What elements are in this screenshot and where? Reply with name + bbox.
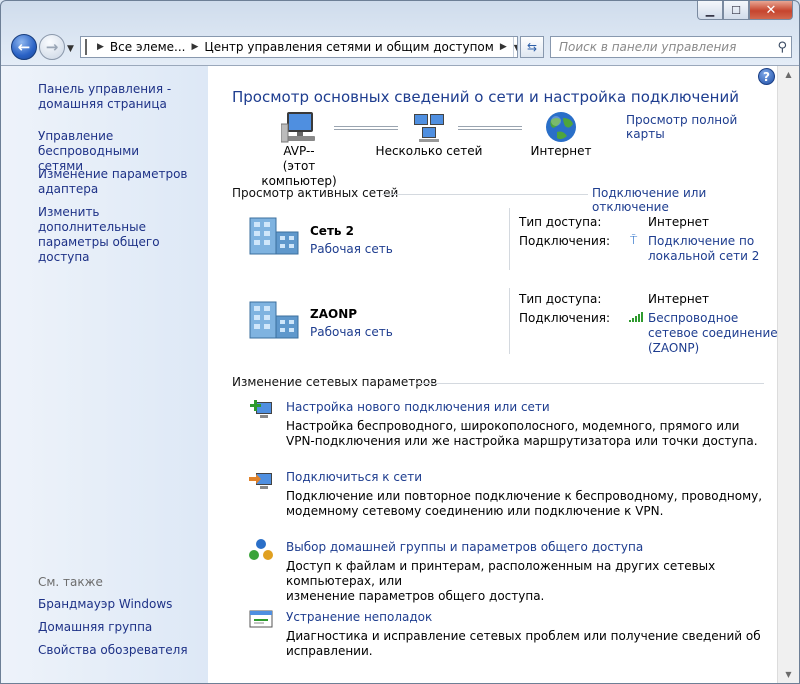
- map-internet[interactable]: Интернет: [506, 110, 616, 159]
- sidebar-link-firewall[interactable]: Брандмауэр Windows: [38, 597, 172, 612]
- task-description: Настройка беспроводного, широкополосного…: [286, 419, 758, 448]
- task-description: Доступ к файлам и принтерам, расположенн…: [286, 559, 716, 603]
- connection-link[interactable]: Беспроводное сетевое соединение (ZAONP): [648, 311, 780, 356]
- task-link[interactable]: Подключиться к сети: [286, 470, 422, 484]
- task-troubleshoot: Устранение неполадок Диагностика и испра…: [232, 610, 772, 660]
- connection-link[interactable]: Подключение по локальной сети 2: [648, 234, 780, 264]
- wireless-signal-icon: [629, 312, 643, 322]
- ethernet-icon: ⍑: [630, 233, 638, 247]
- access-type-label: Тип доступа:: [519, 215, 602, 229]
- task-new-connection: Настройка нового подключения или сети На…: [232, 400, 772, 450]
- scroll-down-button[interactable]: ▼: [778, 666, 799, 683]
- map-networks[interactable]: Несколько сетей: [374, 110, 484, 159]
- window: ▁ ☐ ✕ ← → ▼ ▶ Все элеме... ▶ Центр управ…: [0, 0, 800, 684]
- breadcrumb-all-items[interactable]: Все элеме...: [110, 40, 186, 54]
- refresh-button[interactable]: ⇆: [520, 36, 544, 58]
- content-area: Панель управления - домашняя страница Уп…: [1, 65, 799, 683]
- active-network-1: Сеть 2 Рабочая сеть Тип доступа: Интерне…: [232, 208, 776, 278]
- arrow-left-icon: ←: [17, 38, 31, 56]
- task-description: Подключение или повторное подключение к …: [286, 489, 763, 518]
- maximize-button[interactable]: ☐: [723, 1, 749, 20]
- task-homegroup: Выбор домашней группы и параметров общег…: [232, 539, 772, 603]
- sidebar-link-home[interactable]: Панель управления - домашняя страница: [38, 82, 171, 112]
- see-also-title: См. также: [38, 575, 103, 589]
- sidebar-link-adapter[interactable]: Изменение параметров адаптера: [38, 167, 188, 197]
- network-category-link[interactable]: Рабочая сеть: [310, 242, 393, 256]
- connect-network-icon: [249, 473, 272, 489]
- computer-icon: [281, 112, 315, 143]
- breadcrumb-chevron-icon[interactable]: ▶: [500, 42, 507, 52]
- map-internet-label: Интернет: [530, 144, 592, 158]
- map-computer[interactable]: AVP-- (этот компьютер): [244, 110, 354, 189]
- vertical-scrollbar[interactable]: ▲ ▼: [777, 66, 799, 683]
- network-building-icon: [249, 301, 299, 339]
- scroll-up-button[interactable]: ▲: [778, 66, 799, 83]
- recent-pages-dropdown[interactable]: ▼: [67, 44, 74, 54]
- map-networks-label: Несколько сетей: [375, 144, 483, 158]
- minimize-button[interactable]: ▁: [697, 1, 723, 20]
- multiple-networks-icon: [414, 114, 444, 142]
- arrow-right-icon: →: [45, 38, 59, 56]
- search-box[interactable]: Поиск в панели управления ⚲: [550, 36, 792, 58]
- task-link[interactable]: Настройка нового подключения или сети: [286, 400, 550, 414]
- breadcrumb-chevron-icon[interactable]: ▶: [191, 42, 198, 52]
- network-name: ZAONP: [310, 307, 358, 321]
- network-building-icon: [249, 217, 299, 255]
- breadcrumb-network-center[interactable]: Центр управления сетями и общим доступом: [204, 40, 493, 54]
- section-divider: [416, 383, 764, 384]
- task-connect-network: Подключиться к сети Подключение или повт…: [232, 470, 772, 520]
- task-link[interactable]: Устранение неполадок: [286, 610, 432, 624]
- connections-label: Подключения:: [519, 311, 611, 325]
- active-networks-header: Просмотр активных сетей: [232, 186, 399, 200]
- connections-label: Подключения:: [519, 234, 611, 248]
- back-button[interactable]: ←: [11, 34, 37, 60]
- task-link[interactable]: Выбор домашней группы и параметров общег…: [286, 540, 643, 554]
- access-type-value: Интернет: [648, 215, 710, 229]
- sidebar-link-internet-options[interactable]: Свойства обозревателя: [38, 643, 188, 658]
- caption-buttons: ▁ ☐ ✕: [697, 1, 793, 20]
- search-icon[interactable]: ⚲: [777, 40, 787, 55]
- main-panel: ? Просмотр основных сведений о сети и на…: [208, 66, 778, 683]
- breadcrumb-chevron-icon[interactable]: ▶: [97, 42, 104, 52]
- sidebar: Панель управления - домашняя страница Уп…: [1, 66, 208, 683]
- change-settings-header: Изменение сетевых параметров: [232, 375, 438, 389]
- address-dropdown-button[interactable]: ▼: [512, 37, 517, 57]
- map-computer-name: AVP--: [283, 144, 315, 158]
- network-name: Сеть 2: [310, 224, 355, 238]
- network-divider: [509, 208, 510, 270]
- active-network-2: ZAONP Рабочая сеть Тип доступа: Интернет…: [232, 284, 778, 364]
- troubleshoot-icon: [249, 610, 273, 628]
- sidebar-link-sharing[interactable]: Изменить дополнительные параметры общего…: [38, 205, 208, 265]
- control-panel-icon: [85, 39, 87, 55]
- network-divider: [509, 288, 510, 354]
- refresh-icon: ⇆: [526, 40, 538, 54]
- page-title: Просмотр основных сведений о сети и наст…: [232, 88, 739, 106]
- search-placeholder: Поиск в панели управления: [559, 40, 737, 54]
- network-category-link[interactable]: Рабочая сеть: [310, 325, 393, 339]
- section-divider: [382, 194, 588, 195]
- access-type-value: Интернет: [648, 292, 710, 306]
- globe-icon: [546, 112, 576, 142]
- sidebar-link-homegroup[interactable]: Домашняя группа: [38, 620, 152, 635]
- address-bar[interactable]: ▶ Все элеме... ▶ Центр управления сетями…: [80, 36, 518, 58]
- full-map-link[interactable]: Просмотр полной карты: [626, 113, 776, 141]
- new-connection-icon: [250, 400, 272, 418]
- access-type-label: Тип доступа:: [519, 292, 602, 306]
- task-description: Диагностика и исправление сетевых пробле…: [286, 629, 761, 658]
- help-icon[interactable]: ?: [758, 68, 775, 85]
- map-computer-sub: (этот компьютер): [261, 159, 337, 188]
- forward-button[interactable]: →: [39, 34, 65, 60]
- close-button[interactable]: ✕: [749, 1, 793, 20]
- homegroup-icon: [249, 539, 273, 560]
